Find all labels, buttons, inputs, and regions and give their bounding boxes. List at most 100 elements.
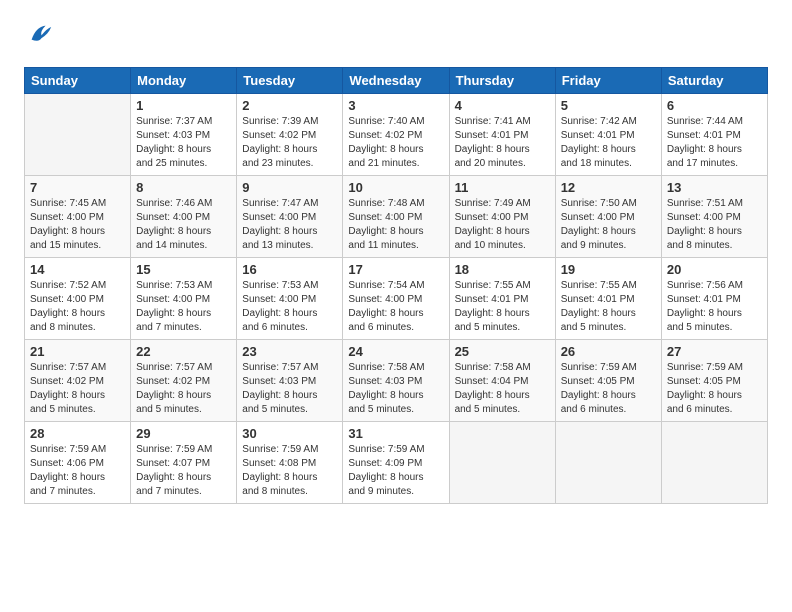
day-number: 16 (242, 262, 337, 277)
day-info: Sunrise: 7:39 AM Sunset: 4:02 PM Dayligh… (242, 115, 337, 171)
day-number: 12 (561, 180, 656, 195)
day-info: Sunrise: 7:55 AM Sunset: 4:01 PM Dayligh… (561, 279, 656, 335)
calendar-cell: 23 Sunrise: 7:57 AM Sunset: 4:03 PM Dayli… (237, 340, 343, 422)
day-info: Sunrise: 7:59 AM Sunset: 4:07 PM Dayligh… (136, 443, 231, 499)
day-info: Sunrise: 7:53 AM Sunset: 4:00 PM Dayligh… (136, 279, 231, 335)
calendar-week-row: 21 Sunrise: 7:57 AM Sunset: 4:02 PM Dayli… (25, 340, 768, 422)
calendar-cell: 26 Sunrise: 7:59 AM Sunset: 4:05 PM Dayli… (555, 340, 661, 422)
weekday-header-monday: Monday (131, 68, 237, 94)
day-info: Sunrise: 7:50 AM Sunset: 4:00 PM Dayligh… (561, 197, 656, 253)
day-number: 9 (242, 180, 337, 195)
day-info: Sunrise: 7:52 AM Sunset: 4:00 PM Dayligh… (30, 279, 125, 335)
day-info: Sunrise: 7:57 AM Sunset: 4:03 PM Dayligh… (242, 361, 337, 417)
calendar-cell: 10 Sunrise: 7:48 AM Sunset: 4:00 PM Dayli… (343, 176, 449, 258)
day-info: Sunrise: 7:57 AM Sunset: 4:02 PM Dayligh… (136, 361, 231, 417)
calendar-cell: 27 Sunrise: 7:59 AM Sunset: 4:05 PM Dayli… (661, 340, 767, 422)
day-number: 22 (136, 344, 231, 359)
calendar-cell: 12 Sunrise: 7:50 AM Sunset: 4:00 PM Dayli… (555, 176, 661, 258)
calendar-cell: 21 Sunrise: 7:57 AM Sunset: 4:02 PM Dayli… (25, 340, 131, 422)
day-number: 27 (667, 344, 762, 359)
calendar-cell: 28 Sunrise: 7:59 AM Sunset: 4:06 PM Dayli… (25, 422, 131, 504)
day-info: Sunrise: 7:58 AM Sunset: 4:03 PM Dayligh… (348, 361, 443, 417)
calendar-cell: 25 Sunrise: 7:58 AM Sunset: 4:04 PM Dayli… (449, 340, 555, 422)
calendar-cell: 13Sunrise: 7:51 AM Sunset: 4:00 PM Dayli… (661, 176, 767, 258)
day-number: 31 (348, 426, 443, 441)
calendar-cell: 3 Sunrise: 7:40 AM Sunset: 4:02 PM Daylig… (343, 94, 449, 176)
weekday-header-friday: Friday (555, 68, 661, 94)
day-number: 14 (30, 262, 125, 277)
calendar-cell: 9Sunrise: 7:47 AM Sunset: 4:00 PM Daylig… (237, 176, 343, 258)
day-info: Sunrise: 7:54 AM Sunset: 4:00 PM Dayligh… (348, 279, 443, 335)
calendar-cell: 5 Sunrise: 7:42 AM Sunset: 4:01 PM Daylig… (555, 94, 661, 176)
weekday-header-tuesday: Tuesday (237, 68, 343, 94)
calendar-cell: 1Sunrise: 7:37 AM Sunset: 4:03 PM Daylig… (131, 94, 237, 176)
day-number: 5 (561, 98, 656, 113)
weekday-header-sunday: Sunday (25, 68, 131, 94)
calendar-body: 1Sunrise: 7:37 AM Sunset: 4:03 PM Daylig… (25, 94, 768, 504)
day-number: 18 (455, 262, 550, 277)
calendar-cell (25, 94, 131, 176)
day-info: Sunrise: 7:45 AM Sunset: 4:00 PM Dayligh… (30, 197, 125, 253)
weekday-header-saturday: Saturday (661, 68, 767, 94)
logo-bird-icon (26, 20, 54, 48)
day-info: Sunrise: 7:57 AM Sunset: 4:02 PM Dayligh… (30, 361, 125, 417)
calendar-cell: 16 Sunrise: 7:53 AM Sunset: 4:00 PM Dayli… (237, 258, 343, 340)
day-number: 21 (30, 344, 125, 359)
calendar-cell: 2 Sunrise: 7:39 AM Sunset: 4:02 PM Daylig… (237, 94, 343, 176)
day-number: 28 (30, 426, 125, 441)
day-info: Sunrise: 7:42 AM Sunset: 4:01 PM Dayligh… (561, 115, 656, 171)
day-info: Sunrise: 7:58 AM Sunset: 4:04 PM Dayligh… (455, 361, 550, 417)
day-number: 4 (455, 98, 550, 113)
day-number: 25 (455, 344, 550, 359)
calendar-cell: 11Sunrise: 7:49 AM Sunset: 4:00 PM Dayli… (449, 176, 555, 258)
calendar-cell: 31 Sunrise: 7:59 AM Sunset: 4:09 PM Dayli… (343, 422, 449, 504)
calendar-week-row: 28 Sunrise: 7:59 AM Sunset: 4:06 PM Dayli… (25, 422, 768, 504)
day-info: Sunrise: 7:59 AM Sunset: 4:08 PM Dayligh… (242, 443, 337, 499)
day-info: Sunrise: 7:37 AM Sunset: 4:03 PM Dayligh… (136, 115, 231, 171)
day-info: Sunrise: 7:59 AM Sunset: 4:06 PM Dayligh… (30, 443, 125, 499)
calendar-cell (661, 422, 767, 504)
calendar-cell: 30 Sunrise: 7:59 AM Sunset: 4:08 PM Dayli… (237, 422, 343, 504)
calendar-cell: 22 Sunrise: 7:57 AM Sunset: 4:02 PM Dayli… (131, 340, 237, 422)
day-info: Sunrise: 7:56 AM Sunset: 4:01 PM Dayligh… (667, 279, 762, 335)
calendar-cell: 19 Sunrise: 7:55 AM Sunset: 4:01 PM Dayli… (555, 258, 661, 340)
calendar-week-row: 1Sunrise: 7:37 AM Sunset: 4:03 PM Daylig… (25, 94, 768, 176)
day-info: Sunrise: 7:41 AM Sunset: 4:01 PM Dayligh… (455, 115, 550, 171)
logo (24, 20, 54, 53)
calendar-cell: 18Sunrise: 7:55 AM Sunset: 4:01 PM Dayli… (449, 258, 555, 340)
day-number: 20 (667, 262, 762, 277)
day-number: 29 (136, 426, 231, 441)
calendar-week-row: 7 Sunrise: 7:45 AM Sunset: 4:00 PM Daylig… (25, 176, 768, 258)
calendar-cell: 15 Sunrise: 7:53 AM Sunset: 4:00 PM Dayli… (131, 258, 237, 340)
calendar-cell: 17Sunrise: 7:54 AM Sunset: 4:00 PM Dayli… (343, 258, 449, 340)
day-number: 24 (348, 344, 443, 359)
day-number: 23 (242, 344, 337, 359)
day-info: Sunrise: 7:44 AM Sunset: 4:01 PM Dayligh… (667, 115, 762, 171)
calendar-cell: 4 Sunrise: 7:41 AM Sunset: 4:01 PM Daylig… (449, 94, 555, 176)
day-number: 26 (561, 344, 656, 359)
day-info: Sunrise: 7:48 AM Sunset: 4:00 PM Dayligh… (348, 197, 443, 253)
calendar-header-row: SundayMondayTuesdayWednesdayThursdayFrid… (25, 68, 768, 94)
calendar-cell: 20 Sunrise: 7:56 AM Sunset: 4:01 PM Dayli… (661, 258, 767, 340)
day-number: 30 (242, 426, 337, 441)
day-info: Sunrise: 7:59 AM Sunset: 4:05 PM Dayligh… (561, 361, 656, 417)
calendar-cell: 29 Sunrise: 7:59 AM Sunset: 4:07 PM Dayli… (131, 422, 237, 504)
day-number: 13 (667, 180, 762, 195)
day-info: Sunrise: 7:59 AM Sunset: 4:09 PM Dayligh… (348, 443, 443, 499)
day-info: Sunrise: 7:59 AM Sunset: 4:05 PM Dayligh… (667, 361, 762, 417)
day-number: 15 (136, 262, 231, 277)
day-info: Sunrise: 7:49 AM Sunset: 4:00 PM Dayligh… (455, 197, 550, 253)
calendar-table: SundayMondayTuesdayWednesdayThursdayFrid… (24, 67, 768, 504)
day-number: 8 (136, 180, 231, 195)
day-info: Sunrise: 7:40 AM Sunset: 4:02 PM Dayligh… (348, 115, 443, 171)
day-number: 7 (30, 180, 125, 195)
day-number: 2 (242, 98, 337, 113)
calendar-cell: 7 Sunrise: 7:45 AM Sunset: 4:00 PM Daylig… (25, 176, 131, 258)
day-number: 10 (348, 180, 443, 195)
weekday-header-wednesday: Wednesday (343, 68, 449, 94)
weekday-header-thursday: Thursday (449, 68, 555, 94)
day-info: Sunrise: 7:53 AM Sunset: 4:00 PM Dayligh… (242, 279, 337, 335)
day-number: 3 (348, 98, 443, 113)
day-number: 19 (561, 262, 656, 277)
day-info: Sunrise: 7:46 AM Sunset: 4:00 PM Dayligh… (136, 197, 231, 253)
